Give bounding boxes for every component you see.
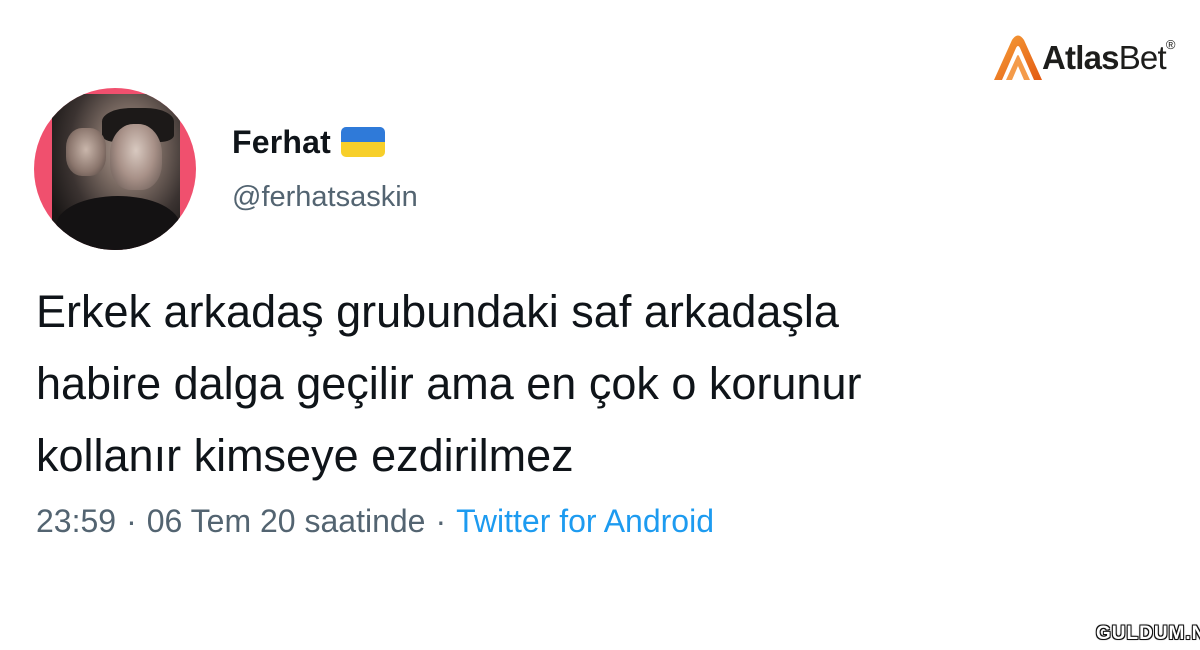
atlasbet-arch-logo-icon xyxy=(994,35,1042,80)
tweet-card: Ferhat @ferhatsaskin Erkek arkadaş grubu… xyxy=(0,0,1200,650)
registered-mark: ® xyxy=(1165,37,1176,52)
avatar[interactable] xyxy=(34,88,196,250)
author-display-name[interactable]: Ferhat xyxy=(232,124,331,161)
tweet-date[interactable]: 06 Tem 20 saatinde xyxy=(147,503,426,539)
atlasbet-logo: AtlasBet® xyxy=(990,30,1175,86)
logo-text-regular: Bet xyxy=(1118,39,1167,76)
meta-separator: · xyxy=(126,503,137,539)
tweet-text-line: kollanır kimseye ezdirilmez xyxy=(36,430,574,481)
author-name-row: Ferhat xyxy=(232,122,385,162)
tweet-source-link[interactable]: Twitter for Android xyxy=(456,503,714,539)
author-handle[interactable]: @ferhatsaskin xyxy=(232,181,418,214)
tweet-meta: 23:59 · 06 Tem 20 saatinde · Twitter for And… xyxy=(36,503,714,540)
meta-separator: · xyxy=(435,503,447,539)
ukraine-flag-icon xyxy=(341,127,385,157)
tweet-text-line: habire dalga geçilir ama en çok o korunu… xyxy=(36,358,862,409)
avatar-photo xyxy=(52,94,180,250)
tweet-time[interactable]: 23:59 xyxy=(36,503,116,539)
watermark: GULDUM.NET xyxy=(1096,623,1200,644)
logo-wordmark: AtlasBet® xyxy=(1042,37,1176,77)
logo-text-bold: Atlas xyxy=(1042,39,1120,76)
tweet-text-line: Erkek arkadaş grubundaki saf arkadaşla xyxy=(36,286,839,337)
tweet-text: Erkek arkadaş grubundaki saf arkadaşla h… xyxy=(36,276,1136,492)
